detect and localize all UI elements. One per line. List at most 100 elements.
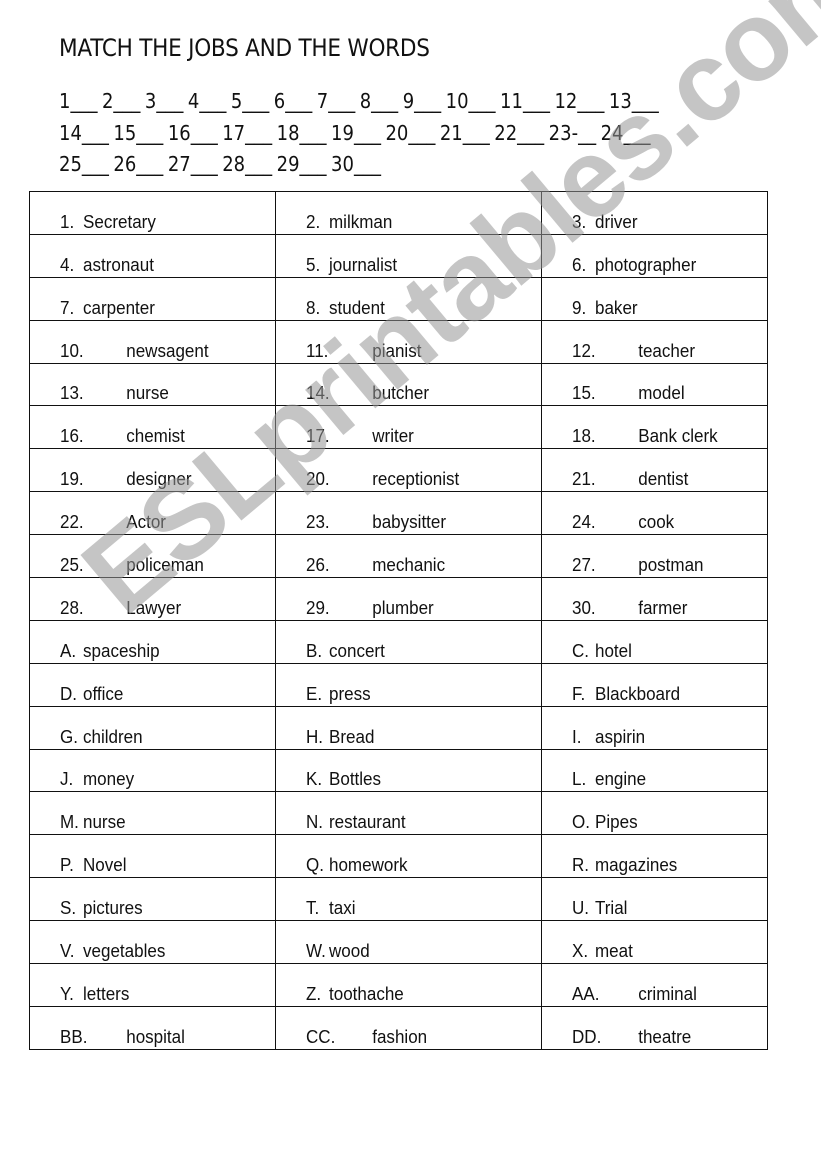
- job-cell: 1. Secretary: [29, 191, 276, 235]
- match-word: theatre: [638, 1025, 692, 1047]
- job-cell: 19. designer: [29, 448, 276, 493]
- answer-blank[interactable]: 9___: [403, 86, 441, 118]
- word-row: M. nurse N. restaurant O. Pipes: [29, 791, 768, 836]
- job-name: Actor: [126, 511, 166, 533]
- job-number: 10.: [60, 339, 84, 361]
- word-row: BB. hospital CC. fashion DD. theatre: [29, 1005, 768, 1050]
- job-name: astronaut: [83, 253, 154, 275]
- word-row: J. money K. Bottles L. engine: [29, 748, 768, 793]
- answer-blank[interactable]: 25___: [59, 149, 109, 181]
- match-word: press: [329, 682, 371, 704]
- answer-blank[interactable]: 2___: [102, 86, 140, 118]
- answer-blank[interactable]: 26___: [113, 149, 163, 181]
- word-letter: DD.: [572, 1025, 602, 1047]
- word-cell: R. magazines: [541, 834, 768, 879]
- job-name: teacher: [638, 339, 696, 361]
- job-number: 22.: [60, 511, 84, 533]
- word-letter: M.: [60, 811, 79, 833]
- job-name: cook: [638, 511, 675, 533]
- job-name: chemist: [126, 425, 185, 447]
- job-cell: 21. dentist: [541, 448, 768, 493]
- answer-blank[interactable]: 21___: [440, 118, 490, 150]
- answer-blank[interactable]: 12___: [554, 86, 604, 118]
- answer-blank[interactable]: 15___: [113, 118, 163, 150]
- job-cell: 24. cook: [541, 491, 768, 536]
- job-number: 5.: [306, 253, 321, 275]
- match-word: engine: [595, 768, 647, 790]
- job-number: 21.: [572, 468, 596, 490]
- word-letter: U.: [572, 897, 590, 919]
- answer-blank[interactable]: 23-__: [549, 118, 596, 150]
- answer-blank[interactable]: 10___: [446, 86, 496, 118]
- match-word: money: [83, 768, 135, 790]
- answer-blank[interactable]: 27___: [168, 149, 218, 181]
- word-cell: N. restaurant: [275, 791, 542, 836]
- answer-blank[interactable]: 16___: [168, 118, 218, 150]
- word-cell: O. Pipes: [541, 791, 768, 836]
- job-name: policeman: [126, 554, 204, 576]
- answer-line: 25___ 26___ 27___ 28___ 29___ 30___: [59, 149, 663, 181]
- answer-blank[interactable]: 18___: [277, 118, 327, 150]
- job-number: 25.: [60, 554, 84, 576]
- job-number: 29.: [306, 596, 330, 618]
- match-word: Bread: [329, 725, 375, 747]
- answer-blank[interactable]: 19___: [331, 118, 381, 150]
- match-word: toothache: [329, 982, 404, 1004]
- word-letter: L.: [572, 768, 587, 790]
- answer-blank[interactable]: 13___: [609, 86, 659, 118]
- word-cell: M. nurse: [29, 791, 276, 836]
- answer-blank[interactable]: 17___: [222, 118, 272, 150]
- answer-blank[interactable]: 5___: [231, 86, 269, 118]
- match-word: pictures: [83, 897, 143, 919]
- answer-blank[interactable]: 14___: [59, 118, 109, 150]
- answer-blank[interactable]: 7___: [317, 86, 355, 118]
- match-word: aspirin: [595, 725, 646, 747]
- job-number: 11.: [306, 339, 329, 361]
- word-letter: D.: [60, 682, 78, 704]
- job-number: 6.: [572, 253, 587, 275]
- word-row: D. office E. press F. Blackboard: [29, 662, 768, 707]
- job-name: baker: [595, 296, 638, 318]
- job-cell: 16. chemist: [29, 405, 276, 450]
- job-row: 13. nurse 14. butcher 15. model: [29, 362, 768, 407]
- job-row: 28. Lawyer 29. plumber 30. farmer: [29, 577, 768, 621]
- match-word: nurse: [83, 811, 126, 833]
- word-row: A. spaceship B. concert C. hotel: [29, 619, 768, 664]
- job-cell: 18. Bank clerk: [541, 405, 768, 450]
- job-name: receptionist: [372, 468, 460, 490]
- word-cell: V. vegetables: [29, 920, 276, 965]
- job-number: 30.: [572, 596, 596, 618]
- answer-blank[interactable]: 20___: [385, 118, 435, 150]
- job-number: 7.: [60, 296, 75, 318]
- word-cell: Y. letters: [29, 963, 276, 1007]
- answer-blank[interactable]: 22___: [494, 118, 544, 150]
- answer-blank[interactable]: 4___: [188, 86, 226, 118]
- word-row: G. children H. Bread I. aspirin: [29, 705, 768, 750]
- job-cell: 22. Actor: [29, 491, 276, 536]
- answer-blank[interactable]: 24___: [601, 118, 651, 150]
- job-row: 10. newsagent 11. pianist 12. teacher: [29, 319, 768, 364]
- answer-blank[interactable]: 1___: [59, 86, 97, 118]
- job-number: 1.: [60, 210, 75, 232]
- match-word: spaceship: [83, 639, 160, 661]
- answer-blank[interactable]: 30___: [331, 149, 381, 181]
- answer-blank[interactable]: 8___: [360, 86, 398, 118]
- job-cell: 28. Lawyer: [29, 577, 276, 621]
- job-name: plumber: [372, 596, 434, 618]
- word-letter: CC.: [306, 1025, 336, 1047]
- job-cell: 20. receptionist: [275, 448, 542, 493]
- answer-blank[interactable]: 3___: [145, 86, 183, 118]
- word-letter: K.: [306, 768, 323, 790]
- answer-blank[interactable]: 11___: [500, 86, 550, 118]
- answer-blank[interactable]: 28___: [222, 149, 272, 181]
- word-letter: A.: [60, 639, 77, 661]
- word-letter: R.: [572, 854, 590, 876]
- job-cell: 4. astronaut: [29, 233, 276, 278]
- job-number: 24.: [572, 511, 596, 533]
- job-cell: 15. model: [541, 362, 768, 407]
- job-cell: 3. driver: [541, 191, 768, 235]
- job-name: mechanic: [372, 554, 446, 576]
- answer-blank[interactable]: 6___: [274, 86, 312, 118]
- word-letter: H.: [306, 725, 324, 747]
- answer-blank[interactable]: 29___: [277, 149, 327, 181]
